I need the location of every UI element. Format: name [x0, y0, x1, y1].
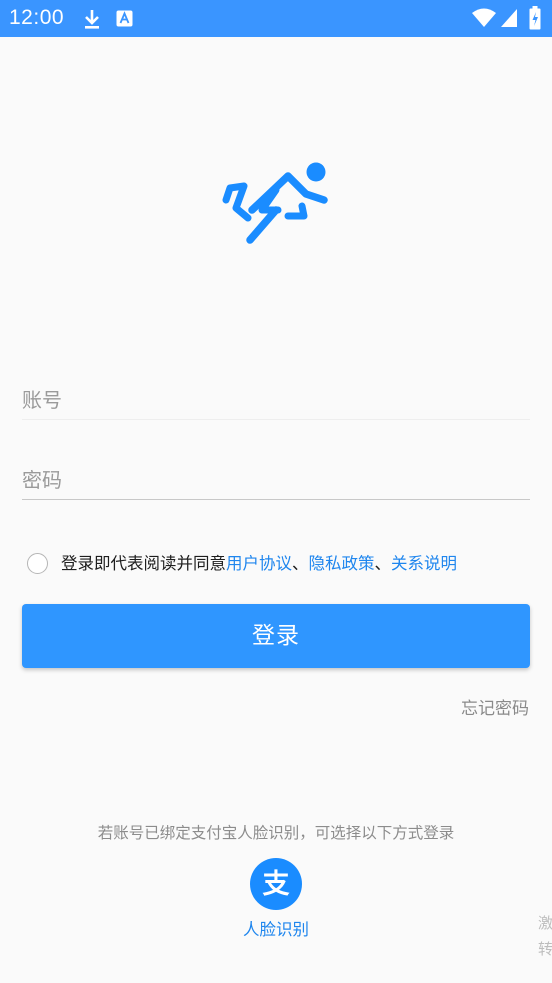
wifi-icon: [472, 8, 496, 32]
account-field: [22, 380, 530, 420]
forgot-password-link[interactable]: 忘记密码: [461, 694, 529, 719]
status-bar: 12:00: [0, 0, 552, 37]
download-icon: [82, 8, 102, 34]
agreement-text: 登录即代表阅读并同意用户协议、隐私政策、关系说明: [61, 553, 457, 575]
status-time: 12:00: [9, 6, 65, 29]
battery-icon: [529, 6, 541, 34]
privacy-policy-link[interactable]: 隐私政策: [309, 554, 375, 573]
relationship-note-link[interactable]: 关系说明: [391, 554, 457, 573]
account-input[interactable]: [22, 380, 530, 420]
running-person-logo: [222, 160, 330, 250]
alipay-face-login-button[interactable]: 支: [250, 858, 302, 910]
user-agreement-link[interactable]: 用户协议: [226, 554, 292, 573]
alipay-icon-char: 支: [263, 869, 290, 900]
face-recognition-label[interactable]: 人脸识别: [226, 916, 326, 940]
alternate-login-hint: 若账号已绑定支付宝人脸识别，可选择以下方式登录: [97, 824, 455, 842]
alipay-icon: 支: [263, 869, 290, 900]
agreement-prefix: 登录即代表阅读并同意: [61, 554, 226, 573]
signal-icon: [500, 8, 518, 32]
login-button[interactable]: 登录: [22, 604, 530, 668]
agreement-checkbox[interactable]: [27, 553, 48, 574]
password-input[interactable]: [22, 460, 530, 500]
corner-overlay-text-1: 激: [538, 914, 552, 932]
font-notification-icon: [116, 10, 133, 31]
corner-overlay-text-2: 转: [538, 940, 552, 958]
agreement-separator: 、: [374, 554, 392, 573]
agreement-row: 登录即代表阅读并同意用户协议、隐私政策、关系说明: [27, 552, 527, 576]
agreement-separator: 、: [292, 554, 309, 573]
password-field: [22, 460, 530, 500]
